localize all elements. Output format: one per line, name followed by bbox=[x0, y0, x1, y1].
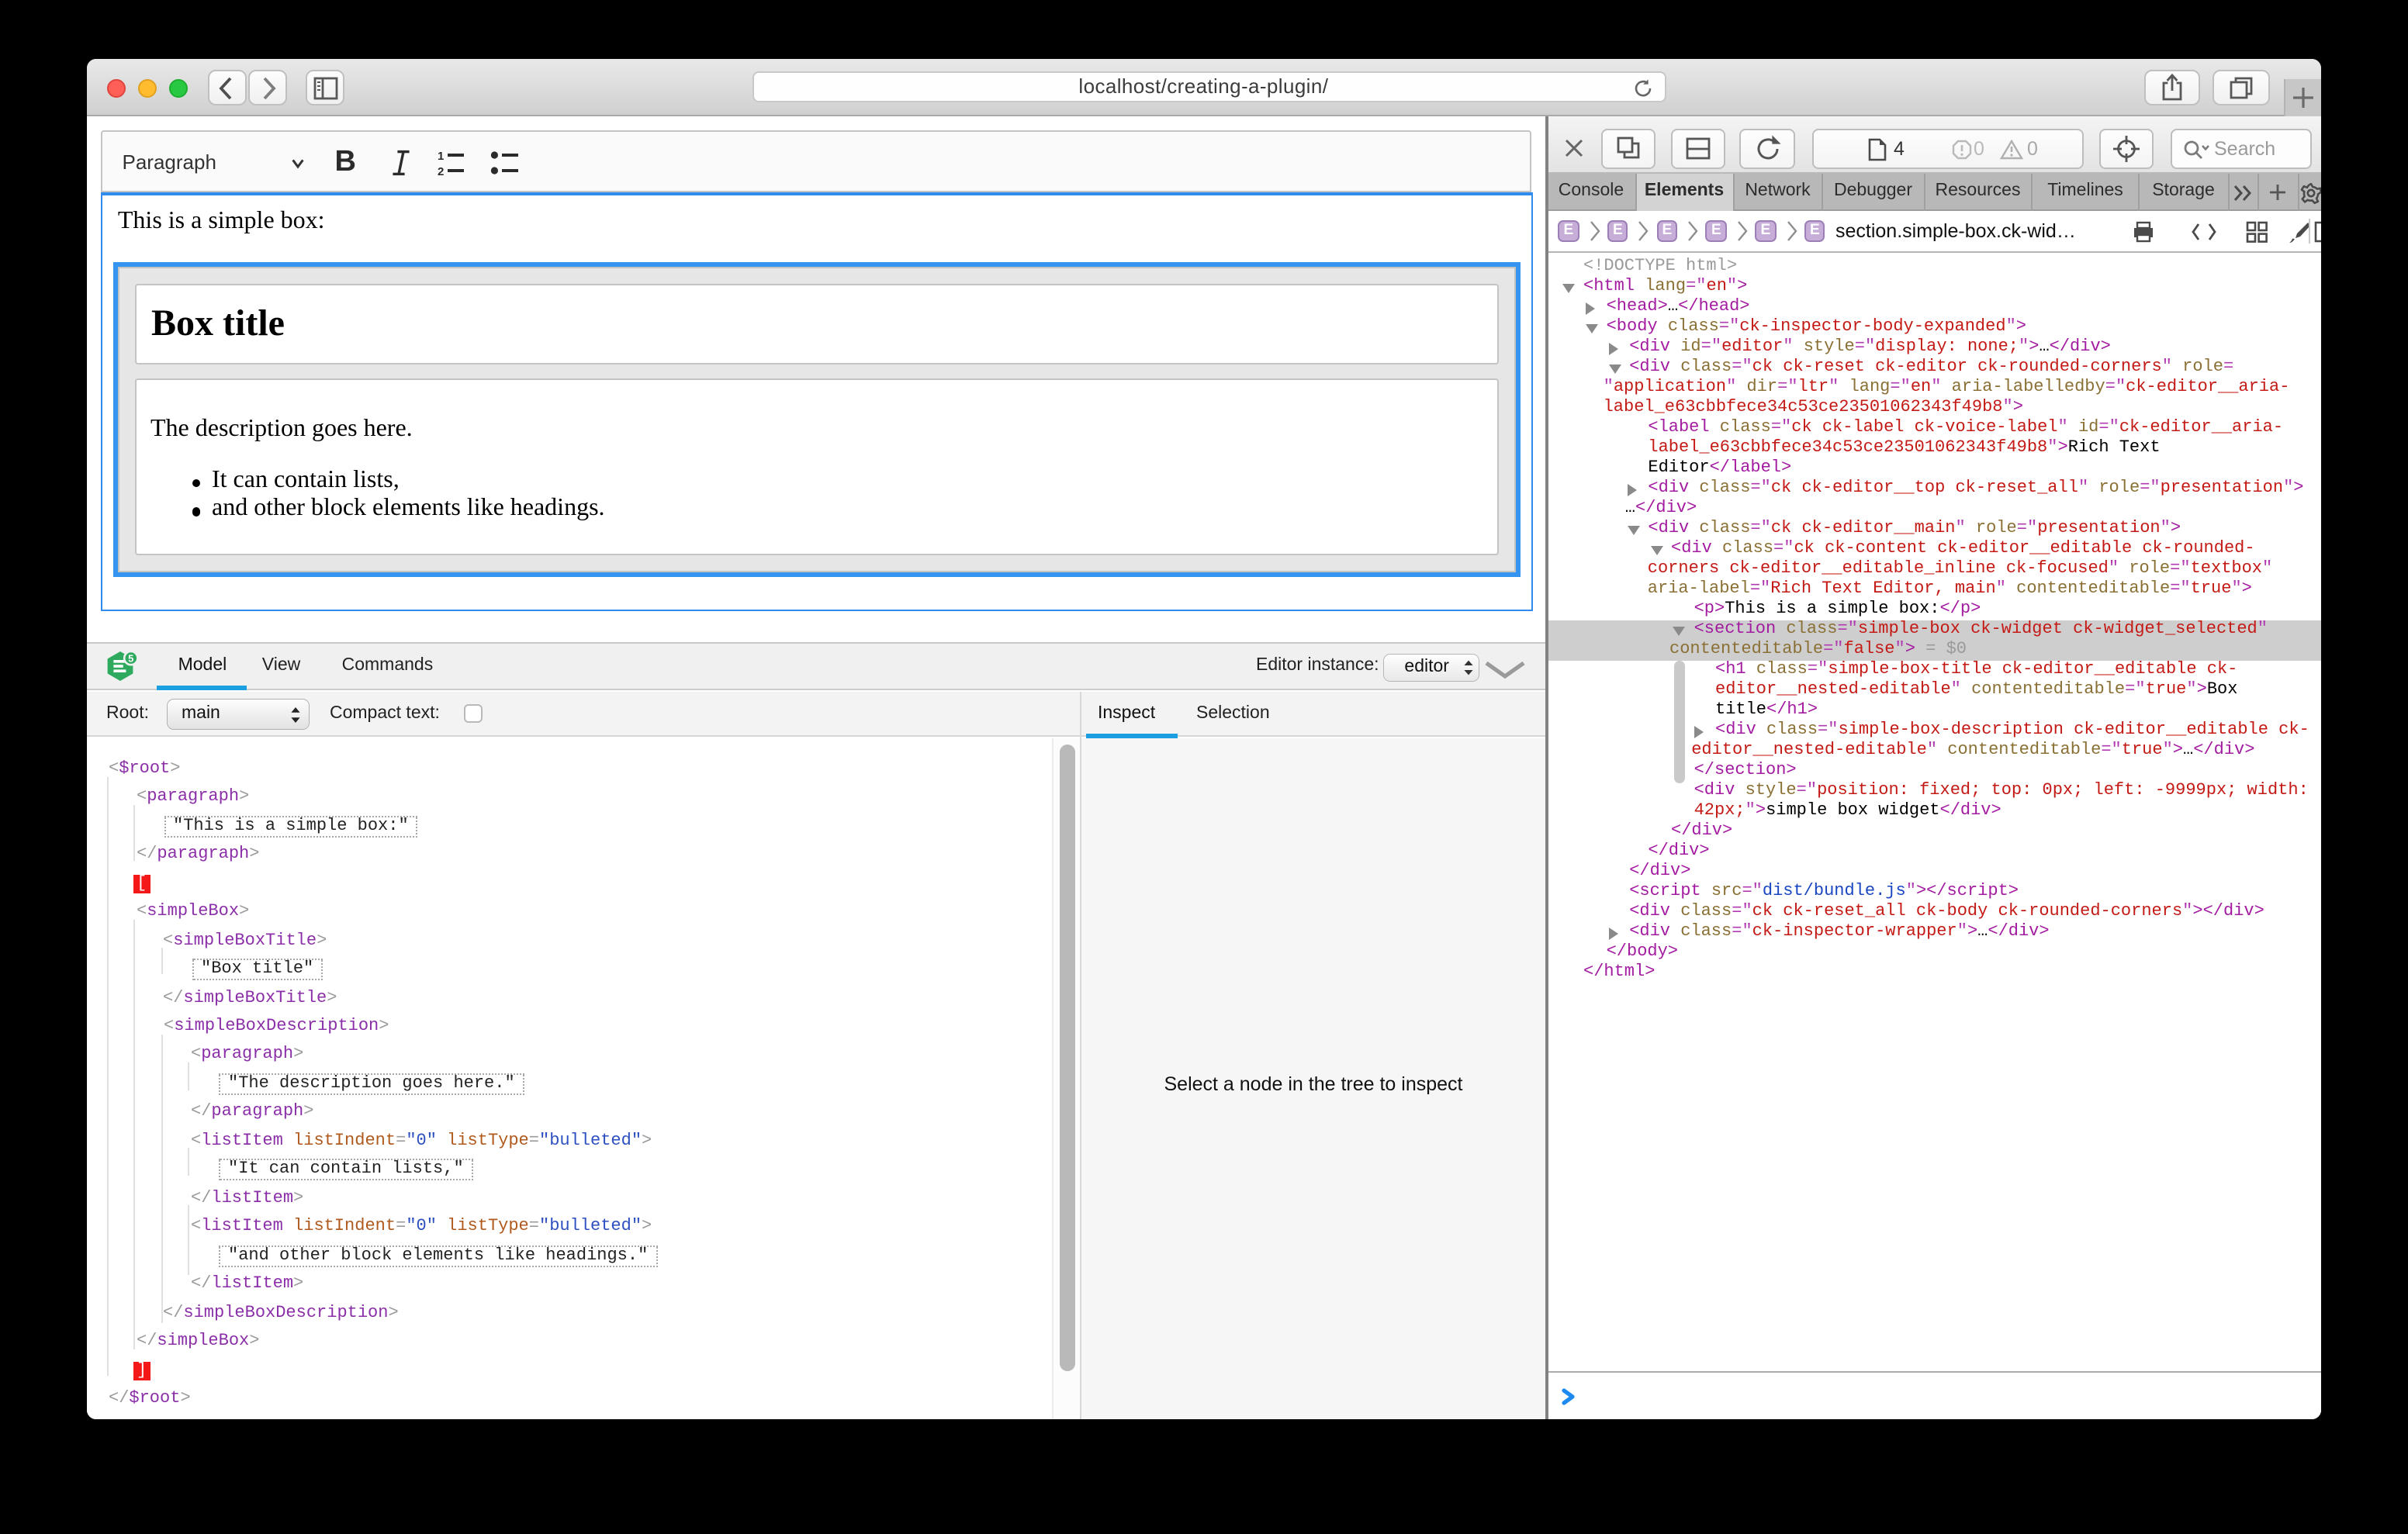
svg-text:1: 1 bbox=[438, 150, 444, 163]
svg-text:5: 5 bbox=[127, 653, 133, 665]
svg-text:2: 2 bbox=[438, 165, 444, 178]
